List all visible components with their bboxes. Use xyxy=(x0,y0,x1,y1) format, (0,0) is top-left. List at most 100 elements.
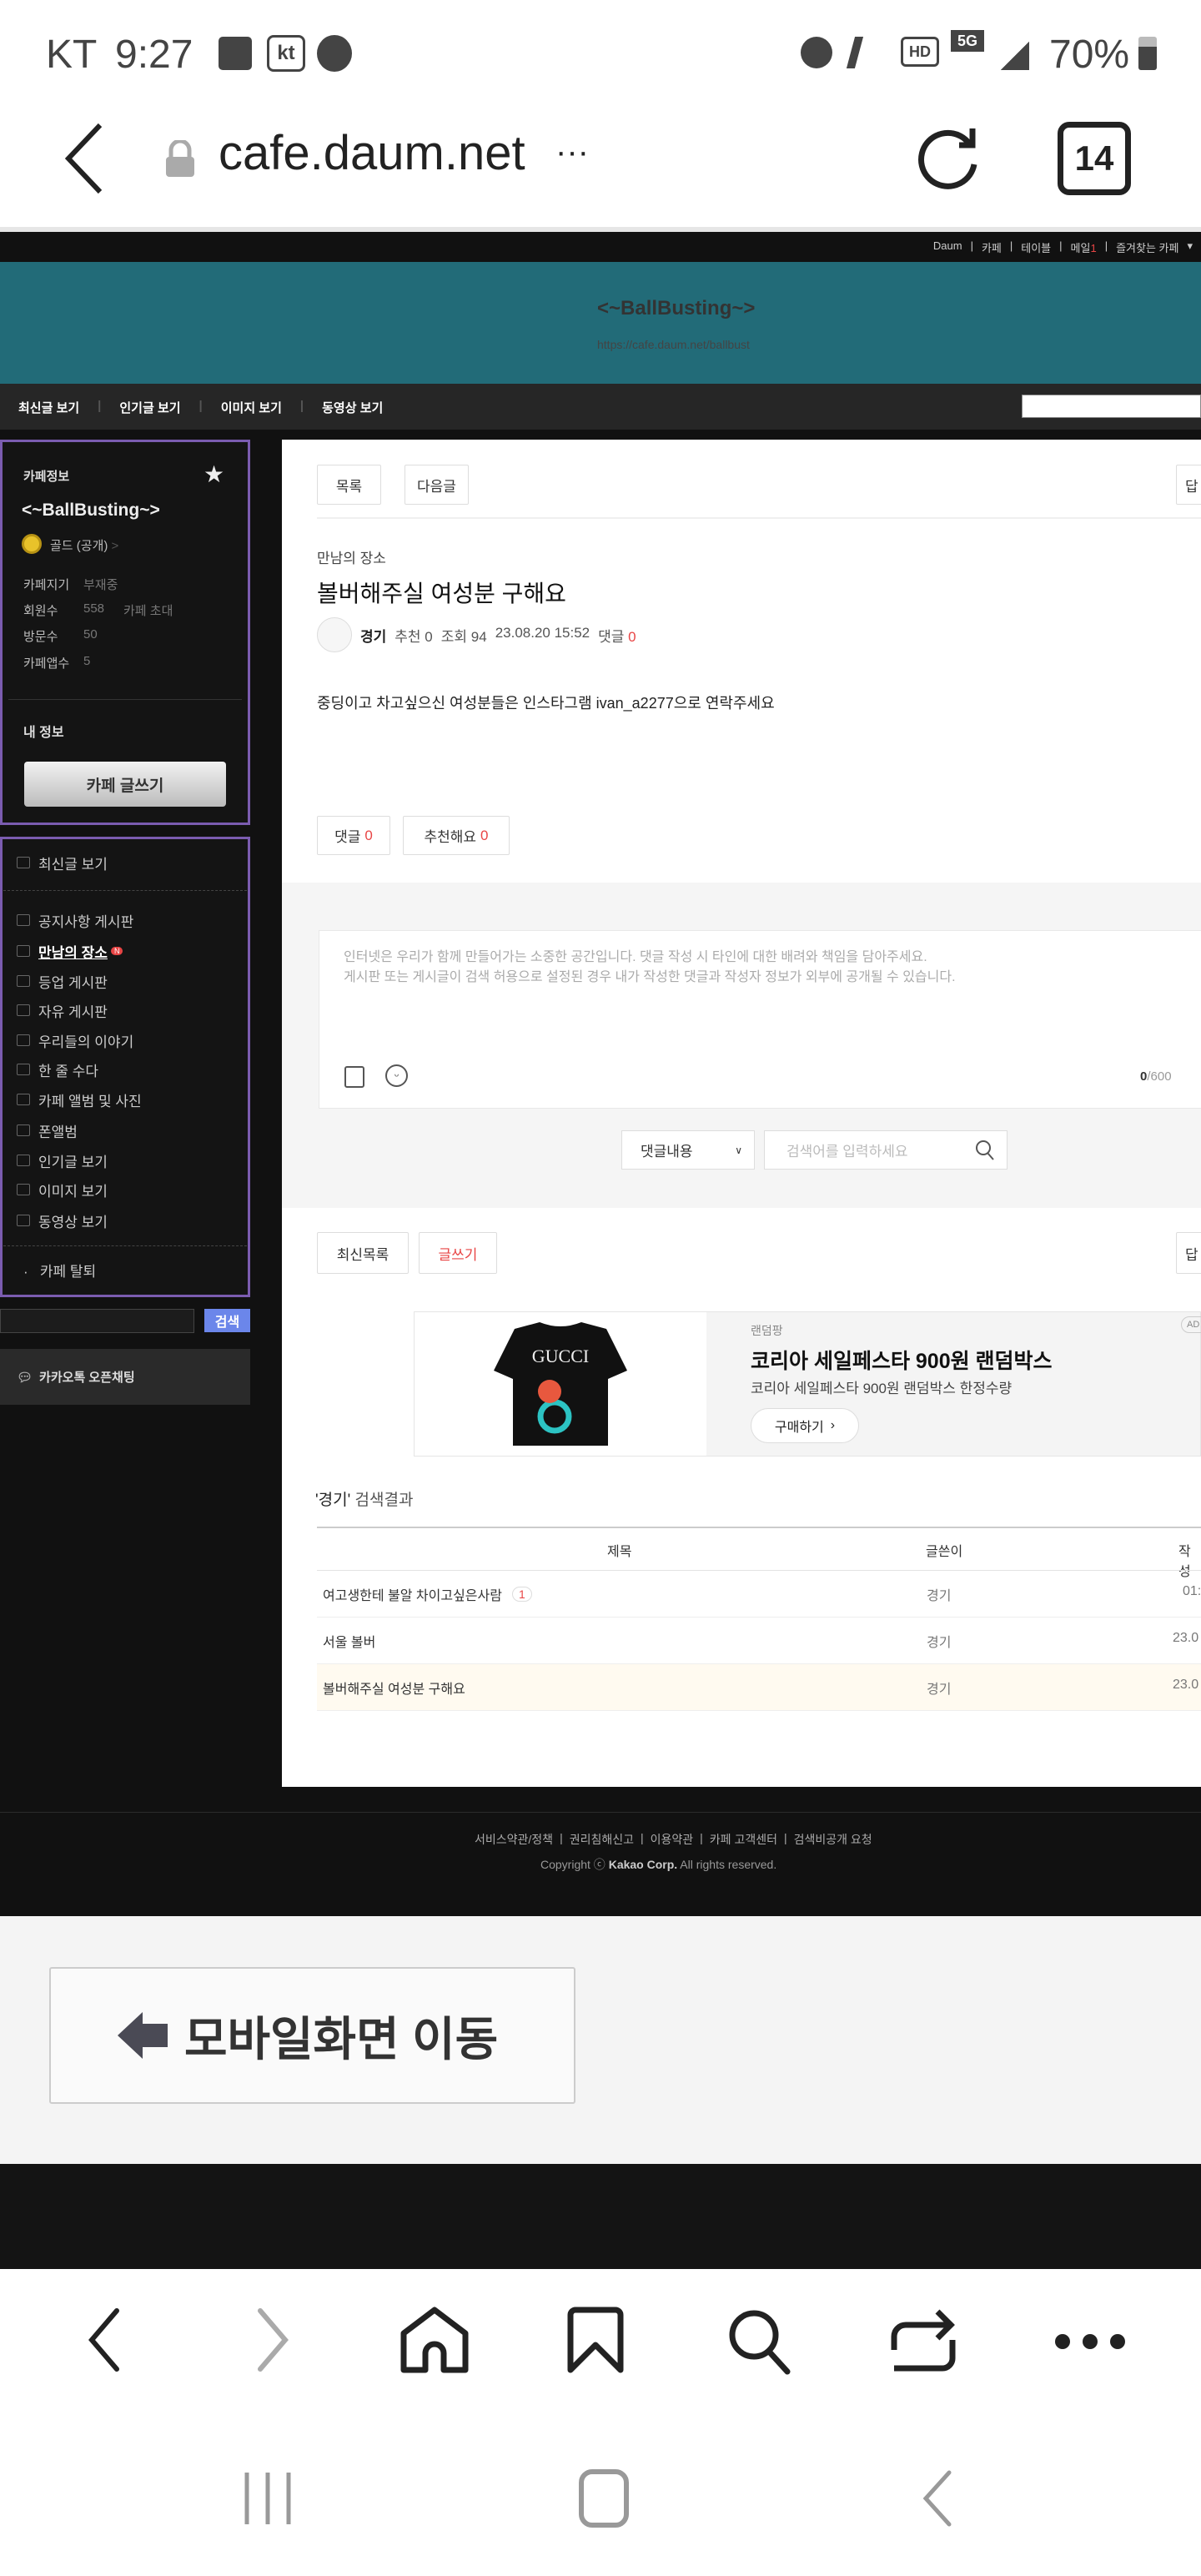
cafe-write-button[interactable]: 카페 글쓰기 xyxy=(24,762,226,807)
image-upload-icon[interactable] xyxy=(344,1066,364,1088)
column-author: 글쓴이 xyxy=(926,1545,963,1559)
carrier: KT xyxy=(46,33,98,77)
sidebar-menu-item[interactable]: 등업 게시판 xyxy=(17,969,108,994)
ad-cta-button[interactable]: 구매하기 › xyxy=(751,1408,859,1443)
browser-forward-icon[interactable] xyxy=(252,2307,294,2373)
like-button[interactable]: 추천해요 0 xyxy=(403,816,510,855)
copyright-corp[interactable]: Kakao Corp. xyxy=(609,1858,677,1871)
reload-icon[interactable] xyxy=(911,118,986,194)
home-icon[interactable] xyxy=(397,2307,472,2373)
comment-btn-label: 댓글 xyxy=(334,829,361,845)
leave-cafe-link[interactable]: · 카페 탈퇴 xyxy=(23,1260,96,1280)
search-icon[interactable] xyxy=(726,2307,796,2377)
ad-title[interactable]: 코리아 세일페스타 900원 랜덤박스 xyxy=(751,1345,1053,1375)
system-home-icon[interactable] xyxy=(579,2469,629,2528)
back-button[interactable] xyxy=(58,121,108,196)
tabs-button[interactable]: 14 xyxy=(1058,122,1131,195)
sidebar-menu-item[interactable]: 이미지 보기 xyxy=(17,1177,108,1202)
nav-popular[interactable]: 인기글 보기 xyxy=(119,399,180,416)
sidebar-menu-item[interactable]: 우리들의 이야기 xyxy=(17,1028,133,1053)
footer-link[interactable]: 서비스약관/정책 xyxy=(475,1831,553,1848)
favorite-star-icon[interactable]: ★ xyxy=(204,460,224,488)
sidebar-search-input[interactable] xyxy=(0,1309,194,1333)
sidebar-menu-item[interactable]: 만남의 장소 N xyxy=(17,938,123,963)
sidebar-menu-item[interactable]: 카페 앨범 및 사진 xyxy=(17,1087,142,1112)
sidebar-cafe-name[interactable]: <~BallBusting~> xyxy=(22,501,160,521)
sidebar-search-button[interactable]: 검색 xyxy=(204,1309,250,1332)
topbar-cafe[interactable]: 카페 xyxy=(982,239,1002,255)
browser-back-icon[interactable] xyxy=(83,2307,125,2373)
table-top-border xyxy=(317,1527,1201,1528)
nav-items: 최신글 보기 | 인기글 보기 | 이미지 보기 | 동영상 보기 xyxy=(18,399,384,416)
list-button[interactable]: 목록 xyxy=(317,465,381,505)
bookmark-icon[interactable] xyxy=(565,2307,626,2373)
sidebar-menu-item[interactable]: 한 줄 수다 xyxy=(17,1057,98,1082)
more-menu-icon[interactable] xyxy=(1053,2332,1128,2352)
row-author[interactable]: 경기 xyxy=(927,1631,951,1651)
nav-videos[interactable]: 동영상 보기 xyxy=(322,399,383,416)
url-more[interactable]: ··· xyxy=(555,133,589,171)
topbar-daum[interactable]: Daum xyxy=(933,239,962,255)
footer-link[interactable]: 이용약관 xyxy=(651,1831,694,1848)
search-icon[interactable] xyxy=(975,1140,995,1161)
emoticon-icon[interactable]: ᵕ xyxy=(385,1064,408,1087)
nav-search-input[interactable] xyxy=(1022,395,1201,418)
cafe-title[interactable]: <~BallBusting~> xyxy=(597,297,755,320)
divider xyxy=(8,699,242,700)
footer-link[interactable]: 카페 고객센터 xyxy=(710,1831,777,1848)
footer-link[interactable]: 검색비공개 요청 xyxy=(794,1831,872,1848)
next-post-button[interactable]: 다음글 xyxy=(405,465,469,505)
my-info-label: 내 정보 xyxy=(23,726,64,740)
reply-button-bottom[interactable]: 답 xyxy=(1176,1232,1201,1274)
board-icon xyxy=(17,1215,30,1226)
comments-meta: 댓글 0 xyxy=(598,625,636,646)
comment-search-select[interactable]: 댓글내용 ∨ xyxy=(621,1130,755,1170)
row-author[interactable]: 경기 xyxy=(927,1584,951,1604)
comment-button[interactable]: 댓글 0 xyxy=(317,816,390,855)
sidebar-menu-item[interactable]: 동영상 보기 xyxy=(17,1208,108,1233)
table-row[interactable] xyxy=(317,1618,1201,1664)
nav-recent[interactable]: 최신글 보기 xyxy=(18,399,79,416)
ad-badge[interactable]: AD xyxy=(1181,1316,1201,1333)
row-title[interactable]: 볼버해주실 여성분 구해요 xyxy=(323,1678,465,1698)
share-icon[interactable] xyxy=(886,2307,961,2373)
author-avatar[interactable] xyxy=(317,617,352,652)
ad-image[interactable]: GUCCI xyxy=(415,1312,706,1456)
comment-badge: 1 xyxy=(511,1587,532,1602)
system-back-icon[interactable] xyxy=(917,2469,959,2528)
author-name[interactable]: 경기 xyxy=(360,625,386,646)
cafe-info-label: 카페정보 xyxy=(23,470,70,484)
mobile-view-button[interactable]: 모바일화면 이동 xyxy=(49,1967,575,2104)
footer-link[interactable]: 권리침해신고 xyxy=(570,1831,634,1848)
row-title[interactable]: 서울 볼버 xyxy=(323,1631,375,1651)
row-title[interactable]: 여고생한테 불알 차이고싶은사람 1 xyxy=(323,1584,532,1604)
recommend-meta: 추천 0 xyxy=(394,625,432,646)
topbar-mail[interactable]: 메일1 xyxy=(1071,239,1097,255)
recommend-count: 0 xyxy=(425,629,433,645)
column-title: 제목 xyxy=(607,1545,632,1559)
invite-link[interactable]: 카페 초대 xyxy=(123,601,173,619)
topbar-table[interactable]: 테이블 xyxy=(1021,239,1051,255)
article-category[interactable]: 만남의 장소 xyxy=(317,546,386,567)
kakao-openchat[interactable]: 💬︎ 카카오톡 오픈채팅 xyxy=(0,1349,250,1405)
sidebar-menu-item[interactable]: 자유 게시판 xyxy=(17,998,108,1023)
sidebar-menu-item[interactable]: 공지사항 게시판 xyxy=(17,908,133,933)
sidebar-recent[interactable]: 최신글 보기 xyxy=(17,850,108,875)
write-label: 글쓰기 xyxy=(438,1246,478,1263)
dropdown-icon[interactable]: ▾ xyxy=(1187,239,1193,255)
comment-search-input[interactable]: 검색어를 입력하세요 xyxy=(764,1130,1008,1170)
board-icon xyxy=(17,1034,30,1046)
write-button[interactable]: 글쓰기 xyxy=(419,1232,497,1274)
topbar-favorites[interactable]: 즐겨찾는 카페 xyxy=(1116,239,1178,255)
recents-icon[interactable] xyxy=(242,2469,294,2528)
row-author[interactable]: 경기 xyxy=(927,1678,951,1698)
sidebar-item-label: 카페 앨범 및 사진 xyxy=(38,1093,142,1109)
comments-count: 0 xyxy=(628,629,636,645)
sidebar-menu-item[interactable]: 폰앨범 xyxy=(17,1118,78,1143)
reply-button[interactable]: 답 xyxy=(1176,465,1201,505)
url-text[interactable]: cafe.daum.net xyxy=(219,125,525,181)
nav-images[interactable]: 이미지 보기 xyxy=(221,399,282,416)
latest-list-button[interactable]: 최신목록 xyxy=(317,1232,409,1274)
sidebar-menu-item[interactable]: 인기글 보기 xyxy=(17,1148,108,1173)
grade-text[interactable]: 골드 (공개) > xyxy=(50,536,118,554)
